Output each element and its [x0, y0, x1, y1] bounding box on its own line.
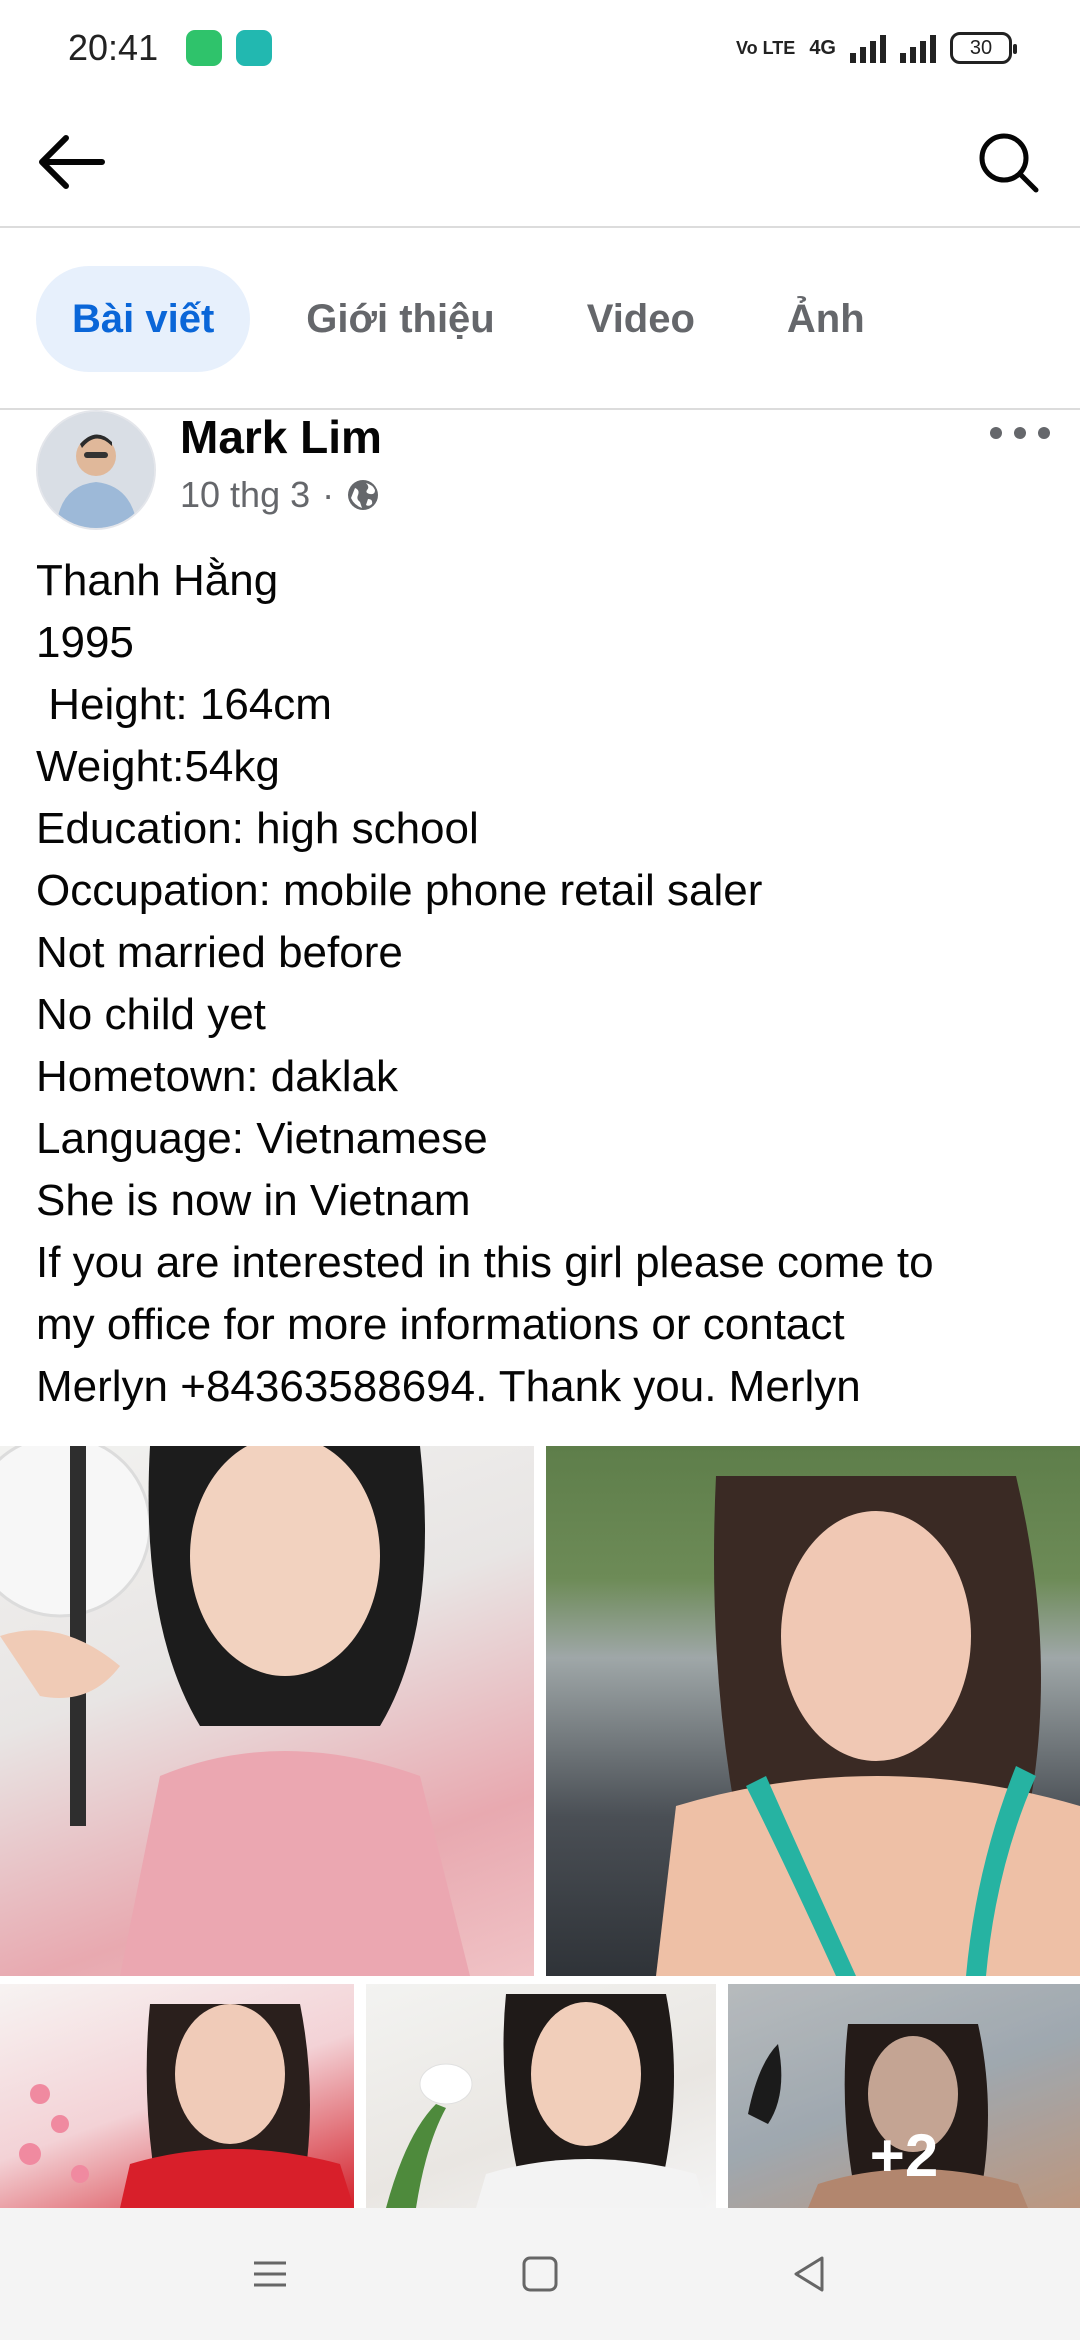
recent-apps-icon[interactable] [250, 2254, 290, 2294]
post-photo-3[interactable] [0, 1984, 354, 2208]
battery-icon: 30 [950, 32, 1017, 64]
post-line: Education: high school [36, 804, 479, 853]
post-line: Language: Vietnamese [36, 1114, 488, 1163]
home-icon[interactable] [520, 2254, 560, 2294]
post-line: Thanh Hằng [36, 556, 279, 605]
top-bar [0, 96, 1080, 228]
messenger-notification-icon [236, 30, 273, 66]
post-header: Mark Lim 10 thg 3 · [0, 410, 1080, 534]
post-line: Occupation: mobile phone retail saler [36, 866, 763, 915]
post-photo-1[interactable] [0, 1446, 534, 1976]
profile-tabs: Bài viết Giới thiệu Video Ảnh [0, 230, 1080, 410]
network-type: 4G [809, 36, 836, 59]
tab-about[interactable]: Giới thiệu [270, 266, 530, 372]
post-photo-4[interactable] [366, 1984, 716, 2208]
post-line: 1995 [36, 618, 134, 667]
status-bar: 20:41 Vo LTE 4G 30 [0, 0, 1080, 96]
more-photos-count: +2 [869, 2122, 939, 2189]
status-time: 20:41 [68, 27, 159, 68]
signal-icon [850, 33, 886, 63]
back-arrow-icon[interactable] [36, 132, 108, 192]
search-icon[interactable] [976, 130, 1040, 194]
avatar[interactable] [36, 410, 156, 530]
meta-separator: · [322, 474, 335, 515]
globe-icon [348, 480, 379, 510]
volte-icon: Vo LTE [735, 38, 796, 58]
tab-posts[interactable]: Bài viết [36, 266, 251, 372]
post-line: If you are interested in this girl pleas… [36, 1238, 934, 1287]
post-line: Height: 164cm [36, 680, 332, 729]
back-nav-icon[interactable] [790, 2254, 830, 2294]
post-author[interactable]: Mark Lim [180, 410, 382, 464]
app-notification-icon [186, 30, 223, 66]
post-date[interactable]: 10 thg 3 [180, 474, 310, 516]
status-icons: Vo LTE 4G 30 [735, 32, 1017, 64]
post-line: Not married before [36, 928, 403, 977]
post-photo-5[interactable]: +2 [728, 1984, 1080, 2208]
post-line: Merlyn +84363588694. Thank you. Merlyn [36, 1362, 861, 1411]
signal-icon-2 [900, 33, 936, 63]
post-line: Hometown: daklak [36, 1052, 398, 1101]
post-line: No child yet [36, 990, 266, 1039]
post-photo-2[interactable] [546, 1446, 1080, 1976]
post-line: Weight:54kg [36, 742, 280, 791]
post-meta: 10 thg 3 · [180, 474, 380, 516]
system-nav-bar [0, 2208, 1080, 2340]
more-photos-overlay[interactable]: +2 [728, 1984, 1080, 2208]
more-options-icon[interactable] [990, 418, 1050, 448]
post-line: She is now in Vietnam [36, 1176, 471, 1225]
post-line: my office for more informations or conta… [36, 1300, 845, 1349]
post-body: Thanh Hằng 1995 Height: 164cm Weight:54k… [36, 550, 1046, 1418]
tab-photos[interactable]: Ảnh [751, 266, 901, 372]
tab-videos[interactable]: Video [551, 266, 731, 372]
